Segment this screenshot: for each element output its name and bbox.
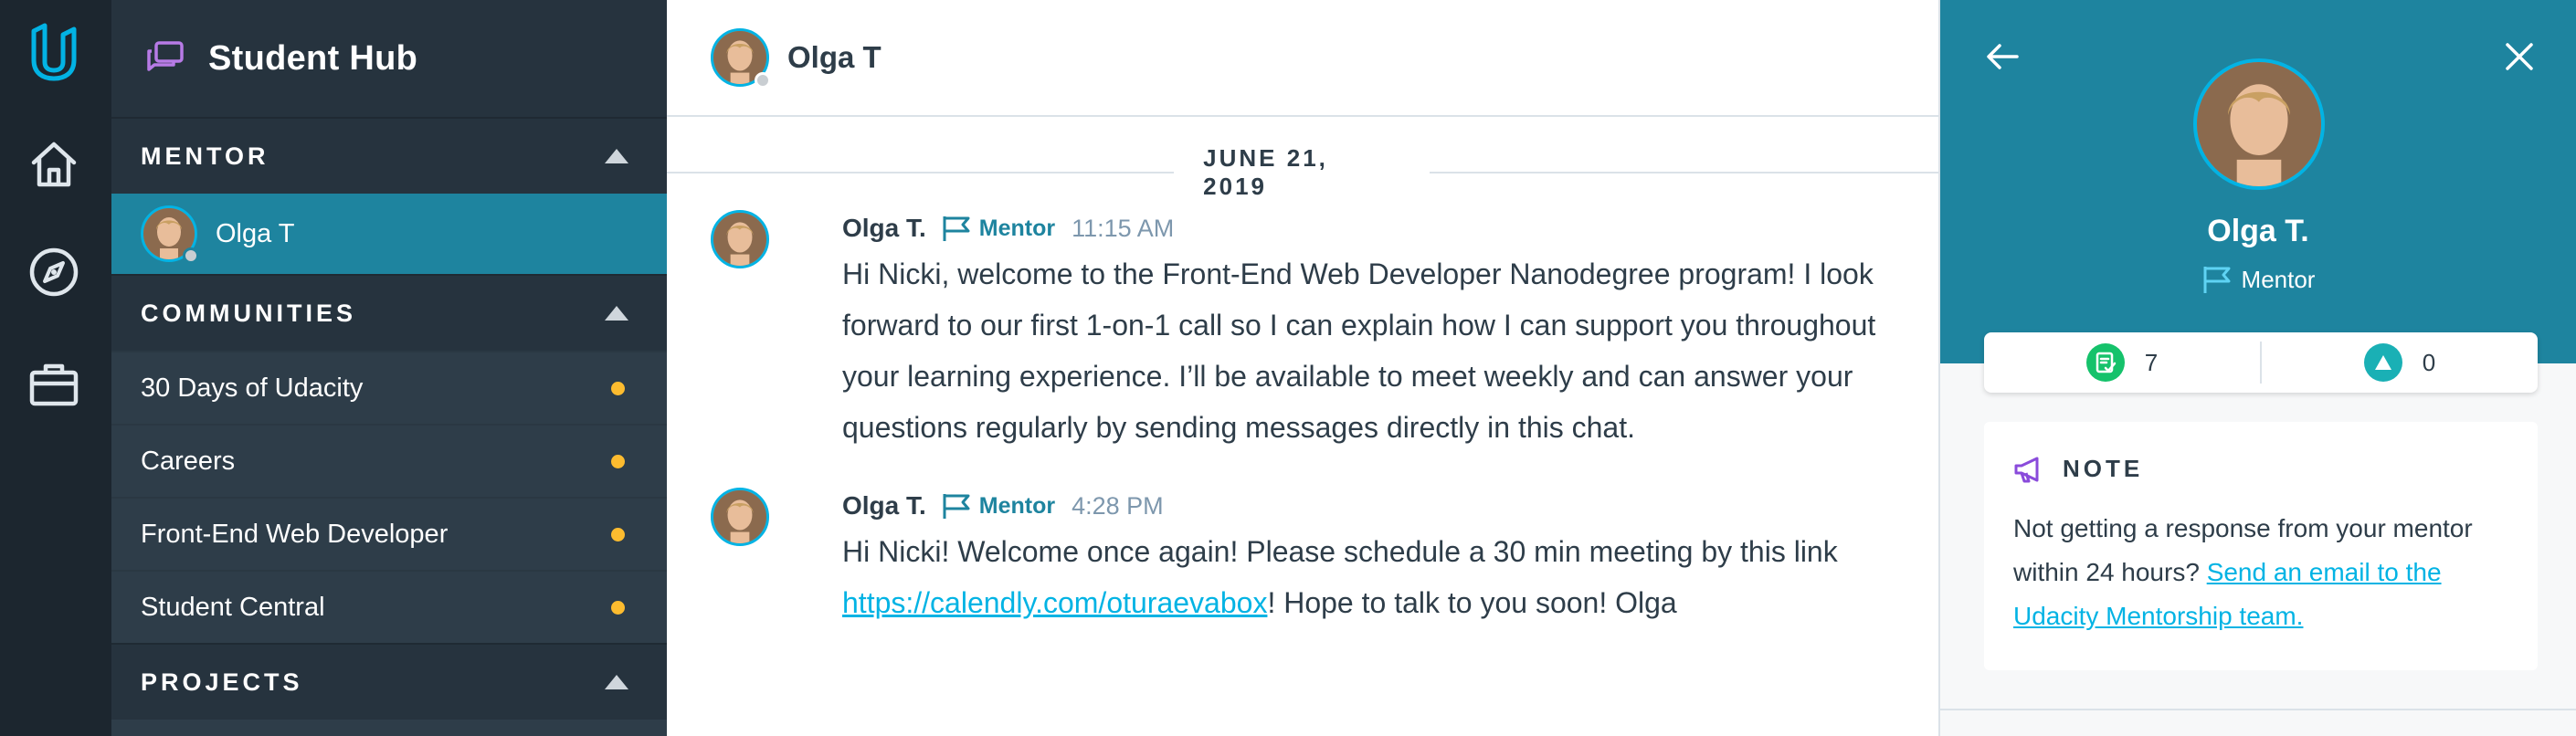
chat-bubbles-icon [147,41,184,71]
sidebar-title: Student Hub [208,38,418,78]
sidebar-item-30-days[interactable]: 30 Days of Udacity [111,351,667,424]
collapse-triangle-icon[interactable] [605,675,628,689]
sidebar-item-careers[interactable]: Careers [111,424,667,497]
message-author[interactable]: Olga T. [842,214,926,243]
chat-pane: Olga T JUNE 21, 2019 Olga T. Mentor 11:1… [667,0,1938,736]
sidebar-header: Student Hub [111,0,667,117]
icon-rail [0,0,111,736]
unread-dot [611,381,625,395]
message-time: 11:15 AM [1072,214,1175,242]
avatar[interactable] [711,28,771,89]
chat-header: Olga T [667,0,1938,117]
profile-stats: 7 0 [1984,332,2538,393]
flag-icon [2203,267,2231,293]
message-text: Hi Nicki, welcome to the Front-End Web D… [842,258,1876,444]
profile-role: Mentor [1940,265,2576,294]
section-header-projects[interactable]: PROJECTS [111,643,667,720]
profile-panel: Olga T. Mentor 7 0 NOTE Not getting a re… [1938,0,2576,736]
profile-header: Olga T. Mentor [1940,0,2576,363]
note-text: Not getting a response from your mentor … [2013,514,2473,630]
unread-dot [611,527,625,541]
collapse-triangle-icon[interactable] [605,149,628,163]
note-title: NOTE [2063,455,2144,482]
sidebar-item-student-central[interactable]: Student Central [111,570,667,643]
status-dot [755,72,771,89]
status-dot [183,247,199,264]
date-label: JUNE 21, 2019 [1203,144,1328,200]
avatar[interactable] [711,210,769,268]
flag-icon [943,494,970,519]
briefcase-icon[interactable] [23,352,85,415]
udacity-logo-icon[interactable] [23,22,85,84]
collapse-triangle-icon[interactable] [605,306,628,321]
mentor-name: Olga T [216,218,295,248]
message-text: Hi Nicki! Welcome once again! Please sch… [842,535,1838,619]
mentor-badge: Mentor [941,492,1055,520]
mentor-badge: Mentor [941,215,1055,242]
compass-icon[interactable] [23,241,85,303]
unread-dot [611,454,625,468]
profile-avatar [2193,58,2325,190]
note-card: NOTE Not getting a response from your me… [1984,422,2538,670]
back-arrow-icon[interactable] [1980,35,2024,79]
sidebar: Student Hub MENTOR Olga T COMMUNITIES 30… [111,0,667,736]
profile-name: Olga T. [2207,214,2309,248]
section-header-communities[interactable]: COMMUNITIES [111,274,667,351]
message-time: 4:28 PM [1072,491,1164,520]
stat-reviews: 7 [1984,343,2260,382]
avatar[interactable] [711,488,769,546]
upvote-icon [2363,343,2402,382]
unread-dot [611,600,625,615]
sidebar-item-mentor[interactable]: Olga T [111,194,667,274]
close-icon[interactable] [2497,35,2541,79]
flag-icon [943,216,970,241]
review-icon [2085,343,2125,382]
message: Olga T. Mentor 4:28 PM Hi Nicki! Welcome… [711,488,1920,628]
stat-upvotes: 0 [2262,343,2538,382]
home-icon[interactable] [23,133,85,195]
message: Olga T. Mentor 11:15 AM Hi Nicki, welcom… [711,210,1920,453]
avatar [141,205,199,264]
sidebar-item-front-end[interactable]: Front-End Web Developer [111,497,667,570]
section-header-mentor[interactable]: MENTOR [111,117,667,194]
message-author[interactable]: Olga T. [842,491,926,520]
chat-title: Olga T [787,40,882,74]
megaphone-icon [2014,457,2039,482]
date-divider: JUNE 21, 2019 [667,144,1938,201]
calendly-link[interactable]: https://calendly.com/oturaevabox [842,586,1267,619]
